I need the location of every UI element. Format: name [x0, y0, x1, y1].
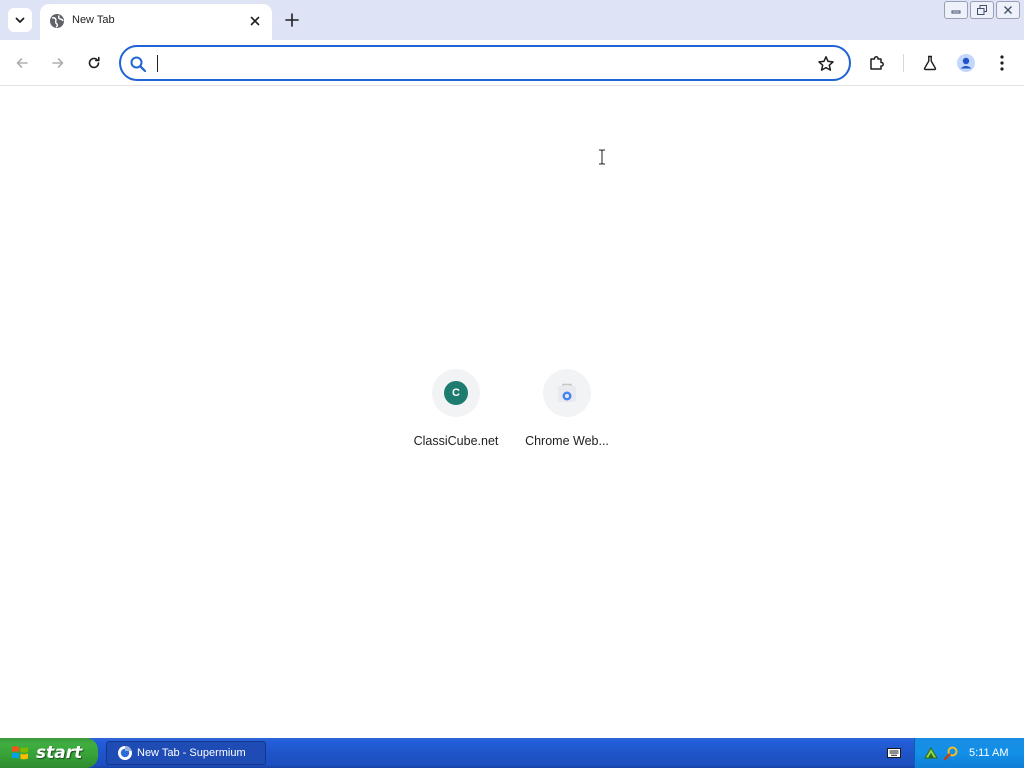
puzzle-icon [870, 56, 884, 70]
close-window-icon [1004, 6, 1012, 14]
flask-icon [923, 55, 937, 71]
tab-new-tab[interactable]: New Tab [40, 4, 272, 40]
classicube-favicon-icon: C [444, 381, 468, 405]
shortcut-tile [543, 369, 591, 417]
start-button[interactable]: start [0, 738, 98, 768]
restore-icon [977, 5, 987, 15]
system-tray: 5:11 AM [914, 738, 1024, 768]
text-cursor-icon [599, 149, 605, 165]
keyboard-icon[interactable] [887, 747, 901, 759]
forward-button[interactable] [46, 51, 70, 75]
taskbar-item-label: New Tab - Supermium [137, 747, 246, 759]
tab-close-button[interactable] [246, 12, 264, 30]
kebab-menu-icon [1000, 55, 1004, 71]
minimize-icon [951, 10, 961, 14]
taskbar: start New Tab - Supermium 5:11 AM [0, 738, 1024, 768]
shortcut-classicube[interactable]: C ClassiCube.net [400, 367, 512, 457]
plus-icon [285, 13, 299, 27]
reload-icon [88, 56, 100, 69]
text-caret [157, 55, 158, 72]
new-tab-button[interactable] [282, 10, 302, 30]
back-arrow-icon [16, 58, 28, 68]
profile-button[interactable] [954, 51, 978, 75]
start-label: start [36, 743, 83, 763]
shortcut-label: ClassiCube.net [413, 434, 499, 448]
search-tray-icon[interactable] [943, 745, 959, 761]
shortcut-label: Chrome Web... [525, 434, 609, 448]
reload-button[interactable] [82, 51, 106, 75]
windows-logo-icon [12, 746, 28, 760]
labs-button[interactable] [918, 51, 942, 75]
network-icon[interactable] [923, 745, 939, 761]
window-controls [944, 1, 1020, 19]
star-icon [818, 56, 834, 71]
extensions-button[interactable] [865, 51, 889, 75]
shortcut-chrome-web-store[interactable]: Chrome Web... [511, 367, 623, 457]
taskbar-item-browser[interactable]: New Tab - Supermium [106, 741, 266, 765]
shortcut-tile: C [432, 369, 480, 417]
address-input[interactable] [156, 52, 796, 74]
omnibox-search-icon-wrap [128, 54, 148, 74]
tab-search-button[interactable] [8, 8, 32, 32]
tab-title: New Tab [72, 14, 115, 26]
minimize-button[interactable] [944, 1, 968, 19]
supermium-icon [118, 746, 132, 760]
profile-icon [957, 54, 975, 72]
search-icon [130, 56, 147, 73]
back-button[interactable] [10, 51, 34, 75]
bookmark-button[interactable] [814, 52, 838, 76]
chevron-down-icon [15, 17, 25, 23]
chrome-web-store-icon [558, 383, 576, 402]
tab-strip: New Tab [0, 0, 1024, 40]
new-tab-page: C ClassiCube.net Chrome Web... [0, 87, 1024, 738]
restore-button[interactable] [970, 1, 994, 19]
taskbar-clock: 5:11 AM [969, 747, 1009, 759]
browser-toolbar [0, 40, 1024, 86]
menu-button[interactable] [990, 51, 1014, 75]
forward-arrow-icon [52, 58, 64, 68]
close-window-button[interactable] [996, 1, 1020, 19]
toolbar-separator [903, 54, 904, 72]
omnibox[interactable] [119, 45, 851, 81]
globe-icon [50, 14, 64, 28]
close-icon [250, 16, 260, 26]
